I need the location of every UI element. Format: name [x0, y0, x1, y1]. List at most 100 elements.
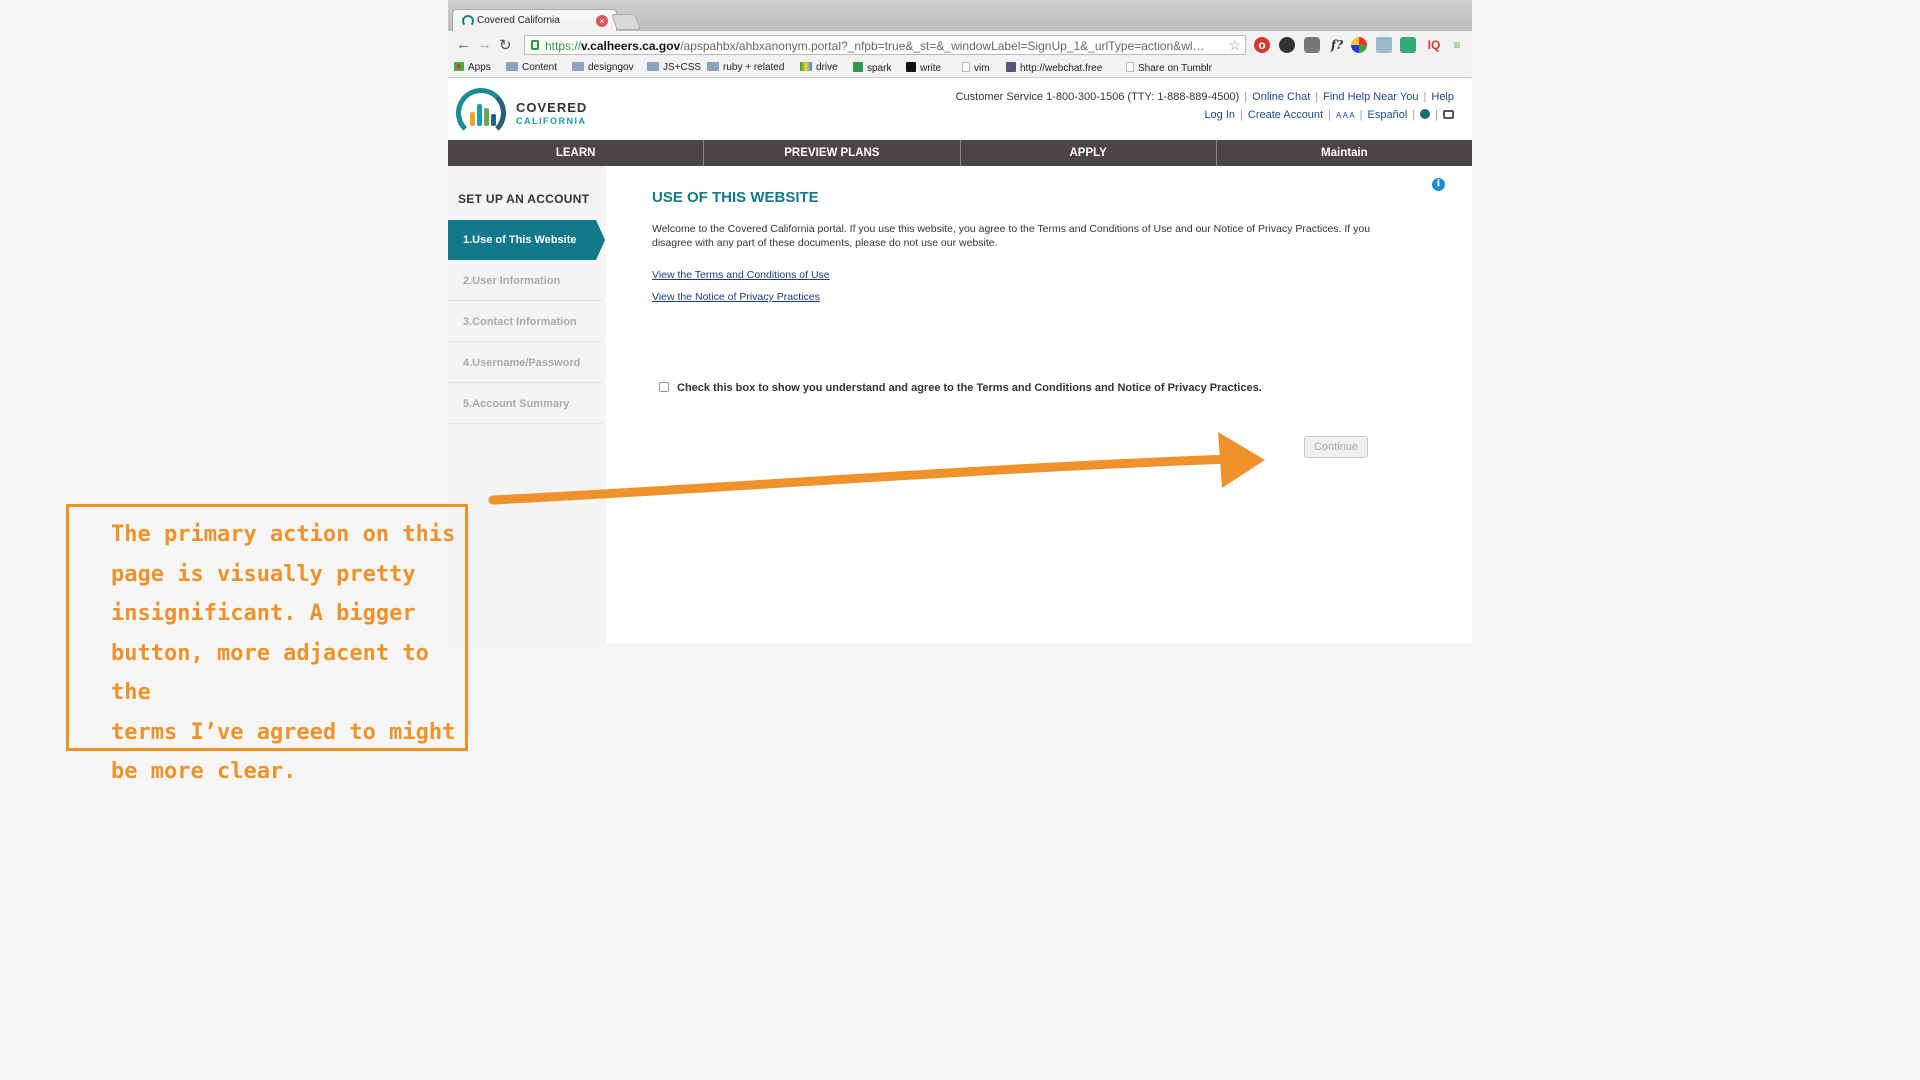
annotation-text: The primary action on this page is visua… — [111, 522, 456, 784]
covered-california-favicon-icon — [462, 15, 474, 27]
nav-preview-plans[interactable]: PREVIEW PLANS — [704, 140, 961, 166]
page-icon — [1126, 62, 1134, 72]
url-scheme: https:// — [545, 39, 582, 53]
main-navigation: LEARN PREVIEW PLANS APPLY Maintain — [448, 140, 1472, 166]
lock-icon — [531, 40, 539, 50]
privacy-link[interactable]: View the Notice of Privacy Practices — [652, 291, 820, 303]
find-help-link[interactable]: Find Help Near You — [1323, 91, 1418, 103]
text-size-control[interactable]: A A A — [1336, 111, 1355, 120]
annotation-note: The primary action on this page is visua… — [66, 504, 468, 784]
covered-california-logo[interactable]: COVERED CALIFORNIA — [456, 86, 596, 138]
browser-window: Covered California × ← → ↻ https://v.cal… — [448, 0, 1472, 643]
apps-grid-icon — [454, 62, 464, 71]
url-host: v.calheers.ca.gov — [581, 39, 681, 53]
bookmark-star-icon[interactable]: ☆ — [1228, 37, 1241, 54]
dark-circle-icon[interactable] — [1279, 37, 1295, 53]
back-arrow-icon[interactable]: ← — [456, 36, 471, 53]
bookmark-label: designgov — [588, 62, 634, 73]
create-account-link[interactable]: Create Account — [1248, 109, 1323, 121]
step-username-password: 4.Username/Password — [448, 343, 603, 383]
new-tab-button[interactable] — [611, 14, 641, 30]
tab-strip: Covered California × — [448, 0, 1472, 31]
sidebar-title: SET UP AN ACCOUNT — [458, 192, 590, 206]
logo-text-covered: COVERED — [516, 100, 588, 115]
continue-button[interactable]: Continue — [1304, 436, 1368, 458]
logo-bar — [484, 108, 489, 126]
agree-checkbox[interactable] — [659, 382, 669, 392]
info-icon[interactable]: i — [1432, 178, 1445, 191]
bookmark-label: drive — [816, 62, 838, 73]
nav-apply[interactable]: APPLY — [961, 140, 1217, 166]
customer-service-text: Customer Service 1-800-300-1506 (TTY: 1-… — [955, 91, 1240, 103]
agree-label: Check this box to show you understand an… — [677, 382, 1262, 394]
bookmark-js-css[interactable]: JS+CSS — [647, 62, 701, 73]
web-page: COVERED CALIFORNIA Customer Service 1-80… — [448, 79, 1472, 643]
bookmark-label: Share on Tumblr — [1138, 63, 1212, 74]
spark-icon — [853, 62, 863, 72]
menu-icon[interactable]: ≡ — [1449, 37, 1465, 53]
bookmark-drive[interactable]: drive — [800, 62, 838, 73]
help-link[interactable]: Help — [1431, 91, 1454, 103]
webchat-icon — [1006, 62, 1016, 72]
drive-icon — [800, 62, 812, 71]
bookmark-designgov[interactable]: designgov — [572, 62, 634, 73]
online-chat-link[interactable]: Online Chat — [1252, 91, 1310, 103]
step-contact-information: 3.Contact Information — [448, 302, 603, 342]
address-bar[interactable]: https://v.calheers.ca.gov/apspahbx/ahbxa… — [524, 35, 1246, 55]
bookmark-tumblr[interactable]: Share on Tumblr — [1126, 62, 1212, 74]
tab-title: Covered California — [477, 15, 560, 26]
bookmark-write[interactable]: write — [906, 62, 941, 74]
page-icon — [962, 62, 970, 72]
bookmark-label: Apps — [468, 62, 491, 73]
step-user-information: 2.User Information — [448, 261, 603, 301]
folder-icon — [506, 62, 518, 71]
bookmark-ruby[interactable]: ruby + related — [707, 62, 784, 73]
logo-bar — [491, 114, 496, 126]
terms-link[interactable]: View the Terms and Conditions of Use — [652, 269, 830, 281]
write-icon — [906, 62, 916, 72]
agree-row: Check this box to show you understand an… — [659, 382, 1262, 394]
espanol-link[interactable]: Español — [1368, 109, 1408, 121]
bookmark-label: http://webchat.free — [1020, 63, 1103, 74]
url-path: /apspahbx/ahbxanonym.portal?_nfpb=true&_… — [680, 39, 1205, 53]
logo-text-california: CALIFORNIA — [516, 116, 587, 126]
nav-maintain[interactable]: Maintain — [1217, 140, 1472, 166]
folder-icon — [647, 62, 659, 71]
browser-tab[interactable]: Covered California × — [452, 9, 617, 31]
close-tab-icon[interactable]: × — [596, 15, 608, 27]
bookmark-label: vim — [974, 63, 990, 74]
step-account-summary: 5.Account Summary — [448, 384, 603, 424]
log-in-link[interactable]: Log In — [1204, 109, 1235, 121]
bookmark-label: spark — [867, 63, 892, 74]
iq-icon[interactable]: IQ — [1424, 37, 1444, 53]
logo-bar — [477, 104, 482, 126]
folder-icon — [572, 62, 584, 71]
bookmark-label: write — [920, 63, 942, 74]
browser-toolbar: ← → ↻ https://v.calheers.ca.gov/apspahbx… — [448, 31, 1472, 59]
reload-icon[interactable]: ↻ — [499, 36, 512, 54]
bookmark-label: JS+CSS — [663, 62, 702, 73]
header-utility-links: Customer Service 1-800-300-1506 (TTY: 1-… — [955, 91, 1454, 121]
bookmark-label: Content — [522, 62, 558, 73]
nav-learn[interactable]: LEARN — [448, 140, 705, 166]
formula-icon[interactable]: f? — [1327, 37, 1347, 53]
pocket-icon[interactable] — [1304, 37, 1320, 53]
copy-icon[interactable] — [1376, 37, 1392, 53]
folder-icon — [707, 62, 719, 71]
account-setup-sidebar: SET UP AN ACCOUNT 1.Use of This Website … — [448, 166, 606, 643]
step-use-of-website[interactable]: 1.Use of This Website — [448, 220, 605, 260]
page-title: USE OF THIS WEBSITE — [652, 189, 819, 206]
printer-icon[interactable] — [1443, 110, 1454, 119]
bookmark-apps[interactable]: Apps — [454, 62, 491, 73]
bookmark-vim[interactable]: vim — [962, 62, 990, 74]
opera-icon[interactable]: o — [1254, 37, 1270, 53]
globe-icon[interactable] — [1420, 109, 1431, 119]
bookmark-label: ruby + related — [723, 62, 785, 73]
welcome-text: Welcome to the Covered California portal… — [652, 223, 1371, 249]
forward-arrow-icon[interactable]: → — [477, 36, 492, 53]
bookmark-content[interactable]: Content — [506, 62, 557, 73]
bookmark-webchat[interactable]: http://webchat.free — [1006, 62, 1116, 74]
new-badge-icon[interactable] — [1400, 37, 1416, 53]
bookmark-spark[interactable]: spark — [853, 62, 891, 74]
chrome-colors-icon[interactable] — [1351, 37, 1367, 53]
